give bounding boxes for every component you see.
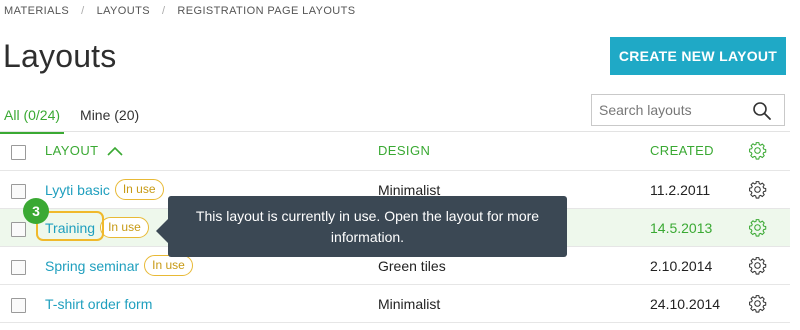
breadcrumb-separator: /: [81, 5, 85, 17]
row-checkbox[interactable]: [11, 184, 26, 199]
page-title: Layouts: [3, 38, 117, 74]
breadcrumb-item-materials[interactable]: MATERIALS: [4, 5, 69, 17]
in-use-badge: In use: [144, 255, 193, 276]
row-checkbox[interactable]: [11, 222, 26, 237]
breadcrumb-item-registration-page-layouts: REGISTRATION PAGE LAYOUTS: [177, 5, 356, 17]
column-header-layout[interactable]: LAYOUT: [45, 131, 124, 170]
table-row[interactable]: T-shirt order form Minimalist 24.10.2014: [0, 285, 790, 323]
column-header-created[interactable]: CREATED: [650, 131, 714, 170]
create-new-layout-button[interactable]: CREATE NEW LAYOUT: [610, 37, 786, 75]
column-header-design[interactable]: DESIGN: [378, 131, 430, 170]
gear-icon[interactable]: [748, 180, 767, 199]
tour-tooltip: This layout is currently in use. Open th…: [168, 196, 567, 257]
in-use-badge: In use: [100, 217, 149, 238]
filter-tabs: All (0/24) Mine (20): [0, 105, 155, 134]
layout-name-cell: T-shirt order form: [45, 285, 152, 322]
search-box: [591, 94, 785, 126]
search-input[interactable]: [592, 96, 742, 124]
gear-icon[interactable]: [748, 141, 767, 160]
row-checkbox[interactable]: [11, 298, 26, 313]
breadcrumb-separator: /: [161, 5, 166, 17]
row-settings[interactable]: [748, 285, 767, 322]
row-settings[interactable]: [748, 247, 767, 284]
layout-link[interactable]: T-shirt order form: [45, 296, 152, 312]
gear-icon[interactable]: [748, 256, 767, 275]
chevron-up-icon[interactable]: [107, 146, 124, 156]
layout-link[interactable]: Lyyti basic: [45, 182, 110, 198]
column-header-layout-label: LAYOUT: [45, 143, 99, 158]
layout-link[interactable]: Spring seminar: [45, 258, 139, 274]
design-cell: Minimalist: [378, 295, 441, 312]
select-all-checkbox[interactable]: [11, 145, 26, 160]
row-settings[interactable]: [748, 171, 767, 208]
created-cell: 14.5.2013: [650, 219, 713, 236]
gear-icon[interactable]: [748, 294, 767, 313]
search-icon[interactable]: [752, 101, 772, 121]
row-checkbox[interactable]: [11, 260, 26, 275]
column-header-created-label: CREATED: [650, 143, 714, 158]
tab-all[interactable]: All (0/24): [0, 105, 65, 134]
created-cell: 2.10.2014: [650, 257, 713, 274]
column-header-design-label: DESIGN: [378, 143, 431, 158]
created-cell: 24.10.2014: [650, 295, 721, 312]
tour-step-badge: 3: [23, 198, 49, 224]
gear-icon[interactable]: [748, 218, 767, 237]
tooltip-arrow: [156, 219, 168, 243]
layout-name-cell: Lyyti basic In use: [45, 171, 164, 208]
in-use-badge: In use: [114, 179, 164, 200]
column-settings[interactable]: [748, 131, 767, 170]
breadcrumb: MATERIALS / LAYOUTS / REGISTRATION PAGE …: [4, 5, 356, 17]
created-cell: 11.2.2011: [650, 181, 711, 198]
breadcrumb-item-layouts[interactable]: LAYOUTS: [97, 5, 150, 17]
table-header-row: LAYOUT DESIGN CREATED: [0, 131, 790, 171]
row-settings[interactable]: [748, 209, 767, 246]
tab-mine[interactable]: Mine (20): [76, 105, 143, 134]
